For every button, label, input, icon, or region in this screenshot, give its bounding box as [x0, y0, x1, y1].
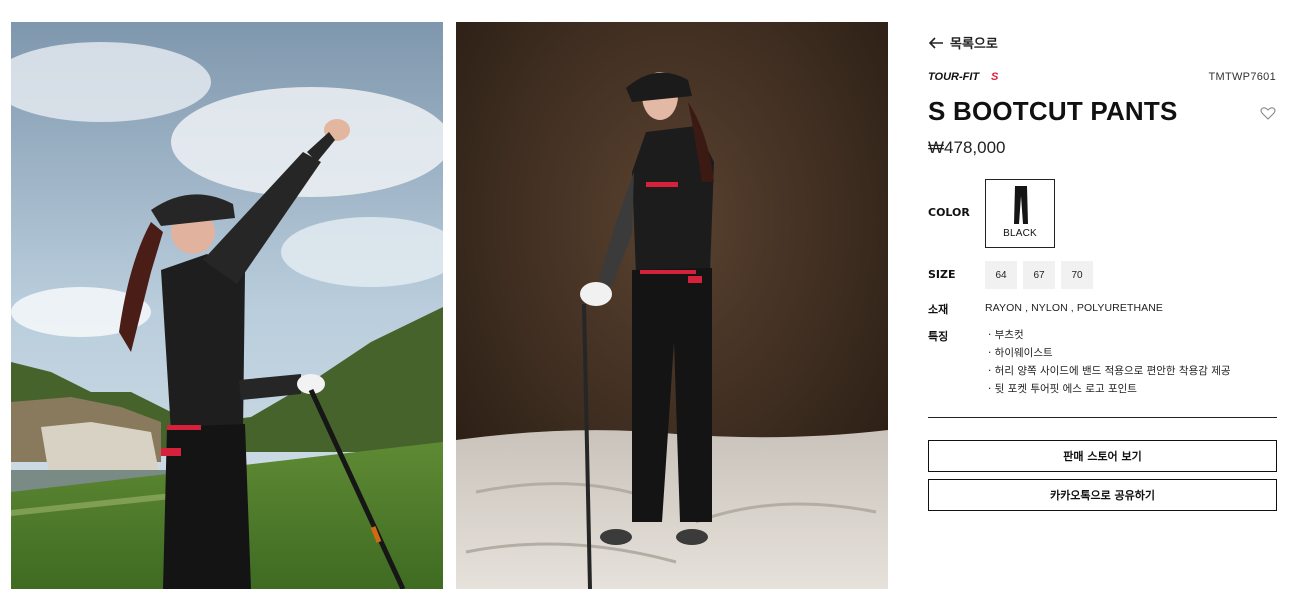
heart-outline-icon — [1260, 107, 1276, 120]
back-to-list-link[interactable]: 목록으로 — [928, 33, 998, 52]
section-divider — [928, 417, 1277, 418]
size-option-67[interactable]: 67 — [1023, 261, 1055, 289]
size-label: SIZE — [928, 268, 956, 281]
back-link-label: 목록으로 — [950, 37, 998, 52]
wishlist-button[interactable] — [1260, 106, 1276, 120]
product-detail-panel: 목록으로 TOUR-FIT S TMTWP7601 S BOOTCUT PANT… — [928, 0, 1278, 604]
pants-thumbnail-icon — [1014, 186, 1028, 224]
color-option-label: BLACK — [1003, 228, 1037, 239]
product-photo-outdoor — [11, 22, 443, 589]
product-photo-studio — [456, 22, 888, 589]
svg-text:S: S — [991, 71, 999, 83]
color-label: COLOR — [928, 206, 970, 219]
product-price: ₩478,000 — [928, 138, 1006, 157]
feature-item: · 뒷 포켓 투어핏 에스 로고 포인트 — [988, 383, 1137, 395]
feature-label: 특징 — [928, 330, 949, 343]
svg-text:TOUR-FIT: TOUR-FIT — [928, 71, 980, 83]
size-option-70[interactable]: 70 — [1061, 261, 1093, 289]
feature-list: · 부츠컷 · 하이웨이스트 · 허리 양쪽 사이드에 밴드 적용으로 편안한 … — [988, 326, 1231, 398]
feature-item: · 하이웨이스트 — [988, 347, 1053, 359]
product-title: S BOOTCUT PANTS — [928, 96, 1178, 126]
material-value: RAYON , NYLON , POLYURETHANE — [985, 302, 1164, 314]
view-store-button[interactable]: 판매 스토어 보기 — [928, 440, 1277, 472]
feature-item: · 허리 양쪽 사이드에 밴드 적용으로 편안한 착용감 제공 — [988, 365, 1231, 377]
material-label: 소재 — [928, 303, 949, 316]
size-option-64[interactable]: 64 — [985, 261, 1017, 289]
feature-item: · 부츠컷 — [988, 329, 1024, 341]
product-sku: TMTWP7601 — [1208, 71, 1276, 83]
arrow-left-icon — [928, 36, 943, 49]
brand-logo: TOUR-FIT S — [928, 69, 1002, 83]
color-option-black[interactable]: BLACK — [985, 179, 1055, 248]
kakao-share-button[interactable]: 카카오톡으로 공유하기 — [928, 479, 1277, 511]
size-options: 64 67 70 — [985, 261, 1093, 289]
